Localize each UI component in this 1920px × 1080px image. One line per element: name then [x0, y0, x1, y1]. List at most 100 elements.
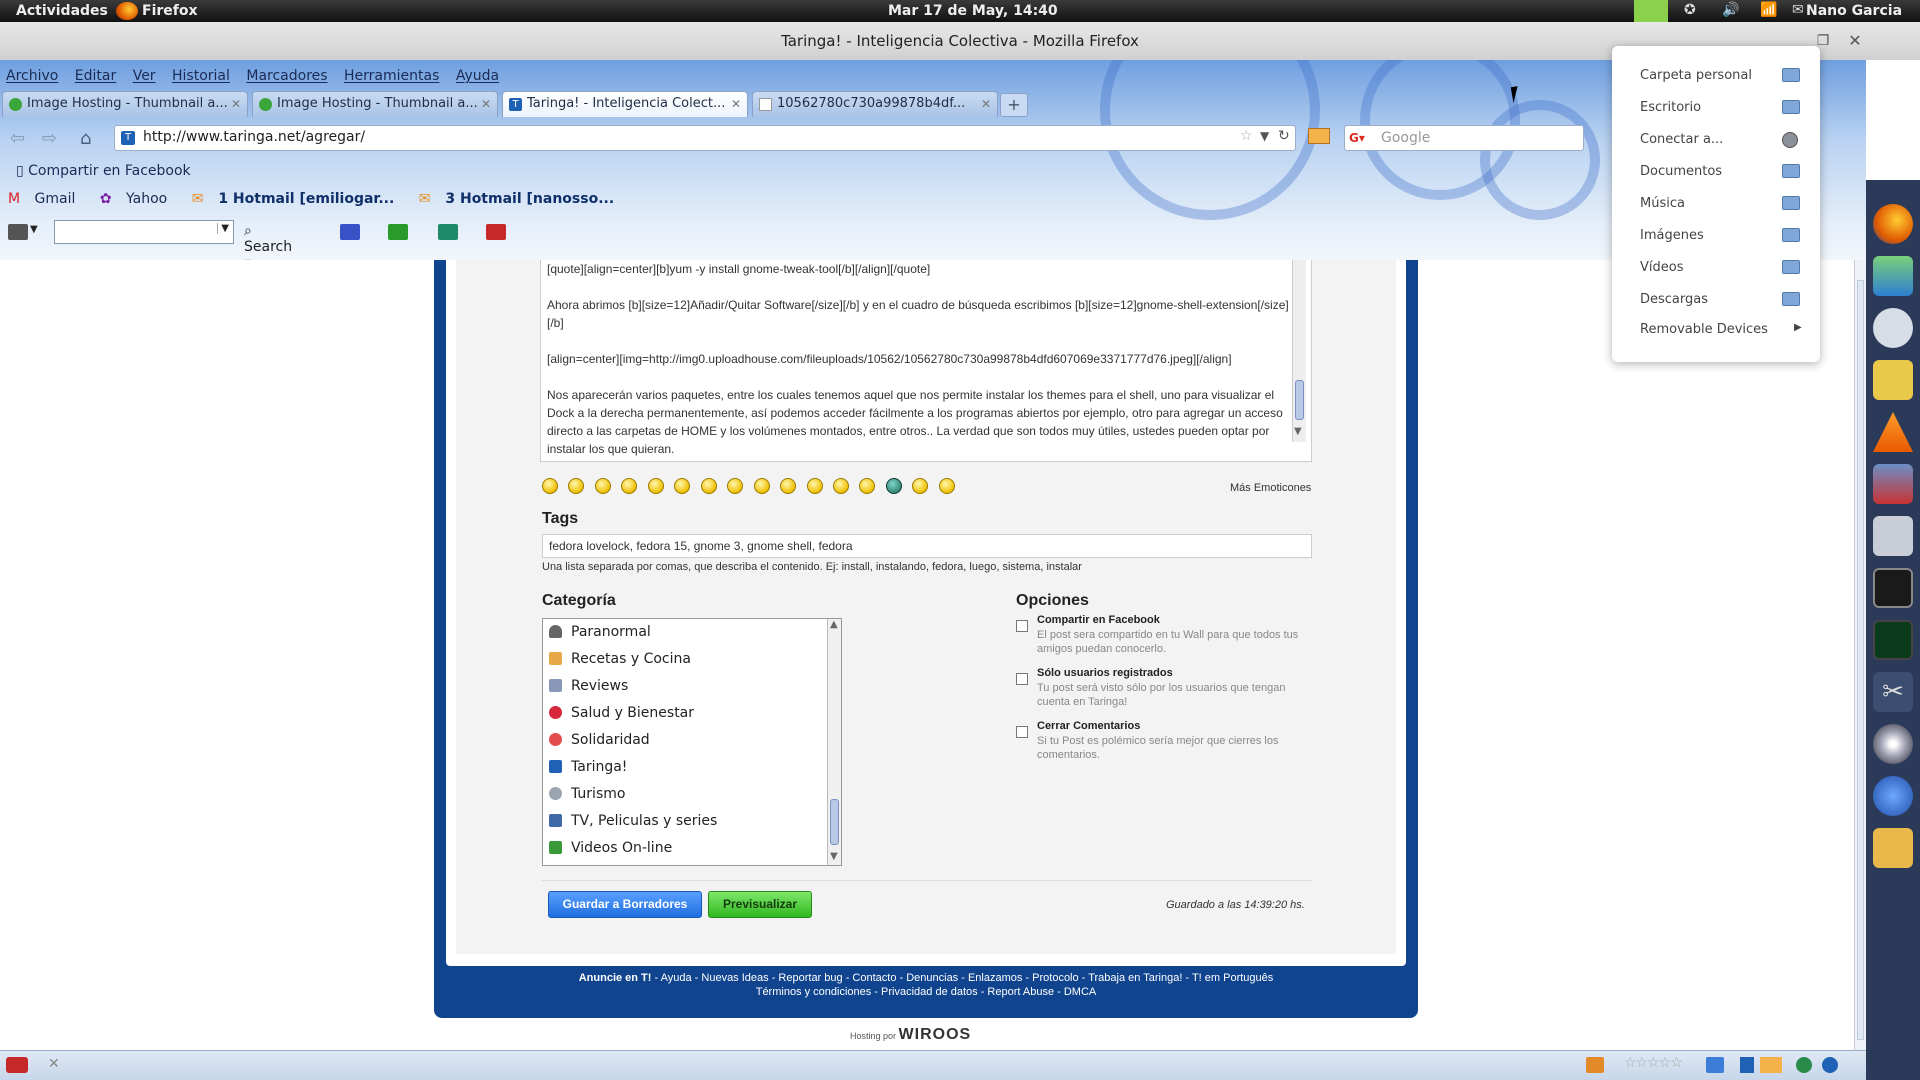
- rating-stars-icon[interactable]: ☆☆☆☆☆: [1624, 1055, 1683, 1071]
- contacts-icon[interactable]: [1873, 256, 1913, 296]
- bookmark-yahoo[interactable]: ✿ Yahoo: [100, 191, 177, 207]
- new-tab-button[interactable]: +: [1000, 93, 1028, 117]
- tab-image-hosting-1[interactable]: Image Hosting - Thumbnail a... ✕: [2, 91, 248, 117]
- home-icon[interactable]: ⌂: [80, 128, 91, 149]
- category-scrollbar[interactable]: ▲ ▼: [827, 619, 841, 865]
- menu-marcadores[interactable]: Marcadores: [246, 68, 327, 84]
- wiroos-logo[interactable]: WIROOS: [899, 1026, 972, 1043]
- terminal-icon[interactable]: [1873, 568, 1913, 608]
- place-music[interactable]: Música: [1640, 196, 1810, 211]
- close-window-icon[interactable]: ✕: [1840, 22, 1870, 60]
- menu-historial[interactable]: Historial: [172, 68, 230, 84]
- system-monitor-icon[interactable]: [1873, 620, 1913, 660]
- place-videos[interactable]: Vídeos: [1640, 260, 1810, 275]
- disc-icon[interactable]: [1873, 724, 1913, 764]
- post-body-textarea[interactable]: [quote][align=center][b]yum -y install g…: [540, 260, 1312, 462]
- list-item[interactable]: Reviews: [543, 675, 823, 697]
- list-item[interactable]: Paranormal: [543, 621, 823, 643]
- mail-icon[interactable]: [1760, 1057, 1782, 1073]
- scroll-down-icon[interactable]: ▼: [1294, 426, 1302, 437]
- puzzle-icon[interactable]: [1873, 828, 1913, 868]
- bookmark-facebook[interactable]: ▯ Compartir en Facebook: [16, 163, 191, 179]
- vlc-icon[interactable]: [1873, 412, 1913, 452]
- accessibility-icon[interactable]: ✪: [1684, 2, 1696, 18]
- tab-image-hosting-2[interactable]: Image Hosting - Thumbnail a... ✕: [252, 91, 498, 117]
- list-item[interactable]: Solidaridad: [543, 729, 823, 751]
- tools-icon[interactable]: ✂: [1873, 672, 1913, 712]
- url-text[interactable]: http://www.taringa.net/agregar/: [143, 129, 365, 145]
- activities-button[interactable]: Actividades: [16, 3, 108, 19]
- list-item[interactable]: Salud y Bienestar: [543, 702, 823, 724]
- toolbar-tool-icon[interactable]: [438, 224, 458, 240]
- firefox-icon[interactable]: [1873, 204, 1913, 244]
- chevron-down-icon[interactable]: ▼: [217, 223, 229, 234]
- addon-icon[interactable]: [1740, 1057, 1754, 1073]
- close-comments-checkbox[interactable]: [1016, 726, 1028, 738]
- footer-links[interactable]: - Ayuda - Nuevas Ideas - Reportar bug - …: [651, 972, 1274, 984]
- addon-icon[interactable]: [1796, 1057, 1812, 1073]
- network-icon[interactable]: 📶: [1760, 2, 1777, 18]
- emoticon-icon[interactable]: [727, 478, 744, 494]
- file-cabinet-icon[interactable]: [1873, 516, 1913, 556]
- list-item[interactable]: Taringa!: [543, 756, 823, 778]
- emoticon-icon[interactable]: [594, 478, 611, 494]
- close-tab-icon[interactable]: ✕: [231, 92, 241, 116]
- save-draft-button[interactable]: Guardar a Borradores: [548, 891, 702, 918]
- menu-editar[interactable]: Editar: [75, 68, 116, 84]
- close-icon[interactable]: ✕: [48, 1056, 60, 1072]
- addon-icon[interactable]: [1706, 1057, 1724, 1073]
- share-facebook-checkbox[interactable]: [1016, 620, 1028, 632]
- bookmark-hotmail-1[interactable]: ✉ 1 Hotmail [emiliogar...: [192, 191, 405, 207]
- tab-image-file[interactable]: 10562780c730a99878b4df... ✕: [752, 91, 998, 117]
- clock[interactable]: Mar 17 de May, 14:40: [888, 3, 1058, 19]
- toolbar-search-button[interactable]: ⌕ Search ▾: [244, 223, 292, 260]
- list-item[interactable]: Turismo: [543, 783, 823, 805]
- place-removable-devices[interactable]: Removable Devices ▶: [1640, 322, 1810, 337]
- user-menu[interactable]: Nano Garcia: [1806, 3, 1902, 19]
- emoticon-icon[interactable]: [780, 478, 797, 494]
- emoticon-icon[interactable]: [647, 478, 664, 494]
- scroll-thumb[interactable]: [1295, 380, 1304, 420]
- emoticon-icon[interactable]: [859, 478, 876, 494]
- scroll-up-icon[interactable]: ▲: [830, 619, 838, 630]
- place-desktop[interactable]: Escritorio: [1640, 100, 1810, 115]
- tags-input[interactable]: fedora lovelock, fedora 15, gnome 3, gno…: [542, 534, 1312, 558]
- image-viewer-icon[interactable]: [1873, 464, 1913, 504]
- preview-button[interactable]: Previsualizar: [708, 891, 812, 918]
- bookmark-gmail[interactable]: M Gmail: [8, 191, 85, 207]
- close-tab-icon[interactable]: ✕: [731, 92, 741, 116]
- globe-icon[interactable]: [1822, 1057, 1838, 1073]
- editor-scrollbar[interactable]: ▼: [1292, 260, 1306, 442]
- emoticon-icon[interactable]: [938, 478, 955, 494]
- toolbar-tool-icon[interactable]: [388, 224, 408, 240]
- emoticon-icon[interactable]: [806, 478, 823, 494]
- scroll-thumb[interactable]: [830, 799, 839, 845]
- toolbar-app-icon[interactable]: [8, 224, 28, 240]
- emoticon-icon[interactable]: [700, 478, 717, 494]
- advertise-link[interactable]: Anuncie en T!: [579, 972, 652, 984]
- more-emoticons-link[interactable]: Más Emoticones: [1230, 482, 1311, 494]
- bookmark-star-icon[interactable]: ☆: [1240, 128, 1253, 144]
- menu-herramientas[interactable]: Herramientas: [344, 68, 439, 84]
- chevron-down-icon[interactable]: ▼: [30, 224, 38, 235]
- place-pictures[interactable]: Imágenes: [1640, 228, 1810, 243]
- emoticon-icon[interactable]: [621, 478, 638, 494]
- toolbar-tool-icon[interactable]: [486, 224, 506, 240]
- toolbar-search-input[interactable]: ▼: [54, 220, 234, 244]
- list-item[interactable]: Recetas y Cocina: [543, 648, 823, 670]
- adblock-icon[interactable]: [6, 1057, 28, 1073]
- search-box[interactable]: G▾ Google: [1344, 125, 1584, 151]
- chevron-down-icon[interactable]: ▼: [1260, 129, 1269, 143]
- place-home[interactable]: Carpeta personal: [1640, 68, 1810, 83]
- emoticon-icon[interactable]: [568, 478, 585, 494]
- menu-ayuda[interactable]: Ayuda: [456, 68, 499, 84]
- speaker-icon[interactable]: [1873, 360, 1913, 400]
- category-listbox[interactable]: Paranormal Recetas y Cocina Reviews Salu…: [542, 618, 842, 866]
- close-tab-icon[interactable]: ✕: [481, 92, 491, 116]
- app-menu[interactable]: Firefox: [142, 3, 198, 19]
- place-documents[interactable]: Documentos: [1640, 164, 1810, 179]
- browser-globe-icon[interactable]: [1873, 776, 1913, 816]
- scroll-down-icon[interactable]: ▼: [830, 851, 838, 862]
- close-tab-icon[interactable]: ✕: [981, 92, 991, 116]
- reload-icon[interactable]: ↻: [1278, 128, 1290, 144]
